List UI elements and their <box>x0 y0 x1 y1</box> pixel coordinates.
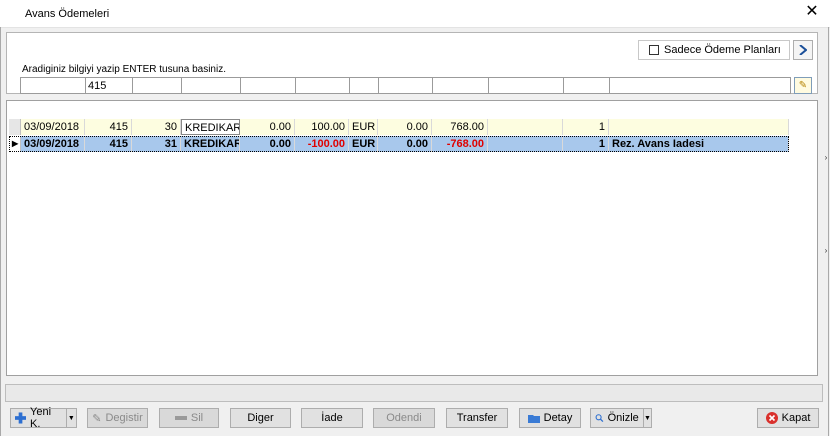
refund-button-label: İade <box>321 412 343 424</box>
search-hint: Aradiginiz bilgiyi yazip ENTER tusuna ba… <box>22 64 226 75</box>
cell-c1: 415 <box>85 136 132 152</box>
payments-grid[interactable]: 03/09/2018 415 30 KREDIKARTI 0.00 100.00… <box>6 100 818 376</box>
cell-currency: EUR <box>349 119 378 135</box>
title-bar: Avans Ödemeleri ✕ <box>0 0 830 28</box>
cell-desc: Rez. Avans Iadesi <box>609 136 789 152</box>
filter-a1[interactable] <box>240 77 296 94</box>
other-button-label: Diger <box>247 412 274 424</box>
cell-c2: 30 <box>132 119 181 135</box>
cell-c4: 1 <box>563 136 609 152</box>
preview-button-label: Önizle <box>607 412 639 424</box>
delete-button-label: Sil <box>190 412 204 424</box>
row-indicator <box>9 119 21 135</box>
filter-clear-icon: ✎ <box>798 80 808 91</box>
filter-date[interactable] <box>20 77 86 94</box>
filter-a4[interactable] <box>432 77 489 94</box>
payment-plans-label: Sadece Ödeme Planları <box>664 44 781 56</box>
filter-currency[interactable] <box>349 77 379 94</box>
cell-a1: 0.00 <box>240 119 295 135</box>
chevron-down-icon[interactable]: ▼ <box>642 409 651 427</box>
cell-a1: 0.00 <box>240 136 295 152</box>
chevron-right-icon <box>799 45 807 55</box>
cell-date: 03/09/2018 <box>21 119 85 135</box>
chevron-down-icon[interactable]: ▼ <box>65 409 76 427</box>
plus-icon <box>15 412 27 424</box>
edit-icon: ✎ <box>92 412 102 425</box>
detail-button-label: Detay <box>543 412 573 424</box>
close-button[interactable]: Kapat <box>757 408 819 428</box>
filter-desc[interactable] <box>609 77 791 94</box>
filter-c3[interactable] <box>488 77 564 94</box>
cell-date: 03/09/2018 <box>21 136 85 152</box>
cell-c1: 415 <box>85 119 132 135</box>
filter-c4[interactable] <box>563 77 610 94</box>
magnifier-icon <box>595 414 604 423</box>
cell-a4: 768.00 <box>432 119 488 135</box>
side-panel-arrow-icon[interactable]: › <box>822 153 830 163</box>
table-row[interactable]: 03/09/2018 415 30 KREDIKARTI 0.00 100.00… <box>9 119 789 135</box>
filter-c1[interactable] <box>85 77 133 94</box>
other-button[interactable]: Diger <box>230 408 291 428</box>
current-row-marker: ▶ <box>9 136 21 152</box>
window-title: Avans Ödemeleri <box>25 8 110 20</box>
filter-c2[interactable] <box>132 77 182 94</box>
status-bar <box>5 384 823 402</box>
detail-button[interactable]: Detay <box>519 408 581 428</box>
payment-plans-filter[interactable]: Sadece Ödeme Planları <box>638 40 790 60</box>
preview-button[interactable]: Önizle ▼ <box>590 408 652 428</box>
cell-currency: EUR <box>349 136 378 152</box>
cell-a2: 100.00 <box>295 119 349 135</box>
payment-plans-checkbox[interactable] <box>649 45 659 55</box>
table-row-selected[interactable]: ▶ 03/09/2018 415 31 KREDIKART 0.00 -100.… <box>9 136 789 152</box>
cancel-icon <box>765 412 778 424</box>
refund-button[interactable]: İade <box>301 408 363 428</box>
transfer-button[interactable]: Transfer <box>446 408 508 428</box>
cell-c3 <box>488 119 563 135</box>
new-button[interactable]: Yeni K. ▼ <box>10 406 77 430</box>
paid-button-label: Odendi <box>386 412 422 424</box>
edit-button-label: Degistir <box>105 412 143 424</box>
filter-type[interactable] <box>181 77 241 94</box>
filter-row <box>20 77 791 94</box>
close-button-label: Kapat <box>781 412 811 424</box>
cell-a3: 0.00 <box>378 136 432 152</box>
new-button-label: Yeni K. <box>30 406 52 430</box>
close-icon[interactable]: ✕ <box>802 3 822 21</box>
side-panel-arrow-icon[interactable]: › <box>822 246 830 256</box>
transfer-button-label: Transfer <box>456 412 498 424</box>
cell-c3 <box>488 136 563 152</box>
minus-icon <box>174 416 187 420</box>
cell-a3: 0.00 <box>378 119 432 135</box>
cell-desc <box>609 119 789 135</box>
folder-icon <box>527 415 540 423</box>
cell-a4: -768.00 <box>432 136 488 152</box>
edit-button[interactable]: ✎ Degistir <box>87 408 148 428</box>
delete-button[interactable]: Sil <box>159 408 219 428</box>
cell-c2: 31 <box>132 136 181 152</box>
filter-button[interactable]: ✎ <box>794 77 812 94</box>
paid-button[interactable]: Odendi <box>373 408 435 428</box>
cell-type: KREDIKART <box>181 136 240 152</box>
filter-a2[interactable] <box>295 77 350 94</box>
cell-type[interactable]: KREDIKARTI <box>181 119 240 135</box>
cell-c4: 1 <box>563 119 609 135</box>
cell-a2: -100.00 <box>295 136 349 152</box>
filter-a3[interactable] <box>378 77 433 94</box>
next-button[interactable] <box>793 40 813 60</box>
